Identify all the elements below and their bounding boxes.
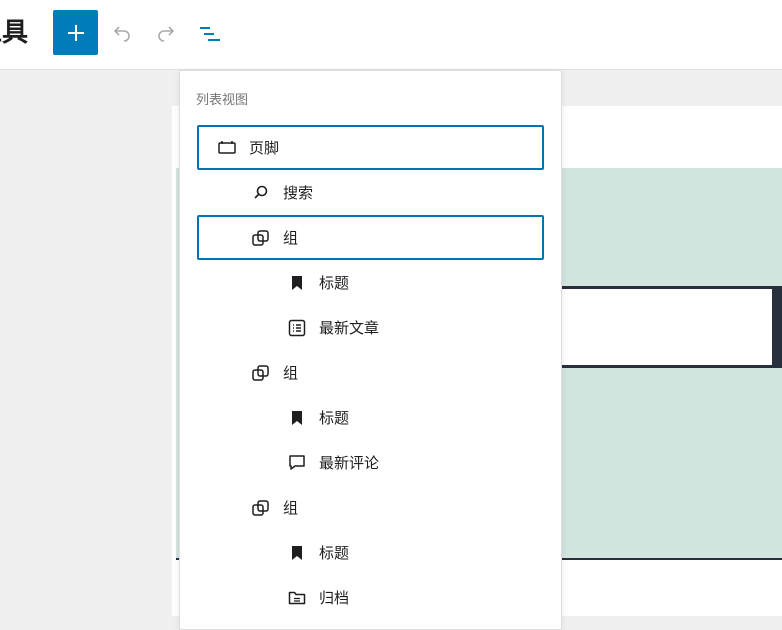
list-item-heading[interactable]: 标题 — [197, 260, 544, 305]
add-block-button[interactable] — [53, 10, 98, 55]
list-item-label: 标题 — [319, 544, 350, 562]
search-icon — [249, 181, 273, 205]
latest-posts-icon — [285, 316, 309, 340]
heading-bookmark-icon — [285, 541, 309, 565]
heading-bookmark-icon — [285, 271, 309, 295]
undo-icon[interactable] — [110, 22, 134, 46]
editor-toolbar: 工具 — [0, 0, 782, 70]
list-item-label: 页脚 — [249, 139, 280, 157]
list-item-search[interactable]: 搜索 — [197, 170, 544, 215]
list-item-label: 组 — [283, 499, 299, 517]
list-item-label: 标题 — [319, 274, 350, 292]
comment-icon — [285, 451, 309, 475]
list-item-latest-posts[interactable]: 最新文章 — [197, 305, 544, 350]
group-icon — [249, 361, 273, 385]
group-icon — [249, 226, 273, 250]
list-item-latest-comments[interactable]: 最新评论 — [197, 440, 544, 485]
canvas-latest-posts-block — [560, 286, 782, 368]
group-icon — [249, 496, 273, 520]
panel-title: 列表视图 — [196, 93, 249, 108]
list-item-heading[interactable]: 标题 — [197, 395, 544, 440]
list-item-label: 组 — [283, 229, 299, 247]
page-title-fragment: 工具 — [0, 18, 28, 48]
list-item-label: 最新文章 — [319, 319, 380, 337]
plus-icon — [67, 24, 84, 41]
list-item-label: 搜索 — [283, 184, 314, 202]
list-view-panel: 列表视图 页脚 搜索 组 标题 最新文章 组 标题 最新评论 组 标题 归档 — [179, 70, 562, 630]
heading-bookmark-icon — [285, 406, 309, 430]
list-item-archives[interactable]: 归档 — [197, 575, 544, 620]
list-item-label: 标题 — [319, 409, 350, 427]
list-item-group[interactable]: 组 — [197, 215, 544, 260]
list-item-group[interactable]: 组 — [197, 350, 544, 395]
list-view-icon[interactable] — [198, 22, 222, 46]
list-item-heading[interactable]: 标题 — [197, 530, 544, 575]
footer-icon — [215, 136, 239, 160]
redo-icon[interactable] — [154, 22, 178, 46]
archive-folder-icon — [285, 586, 309, 610]
list-item-group[interactable]: 组 — [197, 485, 544, 530]
list-item-footer[interactable]: 页脚 — [197, 125, 544, 170]
list-item-label: 最新评论 — [319, 454, 380, 472]
list-item-label: 归档 — [319, 589, 350, 607]
list-item-label: 组 — [283, 364, 299, 382]
